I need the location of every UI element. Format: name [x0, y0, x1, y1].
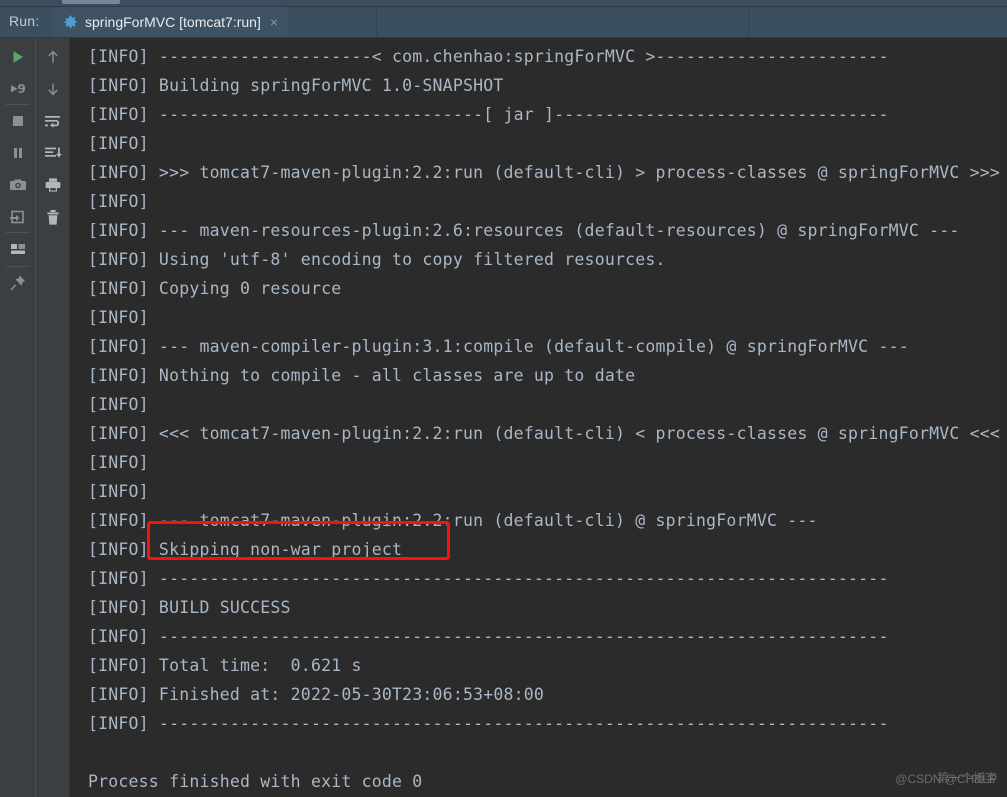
editor-tab-chip [62, 0, 120, 4]
console-line-list: [INFO] ---------------------< com.chenha… [88, 42, 1007, 796]
dump-threads-button[interactable] [3, 204, 33, 230]
rerun-failed-button[interactable]: 9 [3, 76, 33, 102]
arrow-down-icon [45, 81, 61, 97]
console-line: [INFO] ---------------------------------… [88, 709, 1007, 738]
tab-title: springForMVC [tomcat7:run] [85, 14, 261, 30]
layout-icon [9, 241, 27, 257]
console-line: [INFO] --- tomcat7-maven-plugin:2.2:run … [88, 506, 1007, 535]
console-line: [INFO] [88, 129, 1007, 158]
scroll-to-end-button[interactable] [38, 140, 68, 166]
screenshot-button[interactable] [3, 172, 33, 198]
console-output[interactable]: [INFO] ---------------------< com.chenha… [70, 38, 1007, 797]
layout-button[interactable] [3, 236, 33, 262]
run-tab-bar: Run: springForMVC [tomcat7:run] × [0, 7, 1007, 38]
console-line: [INFO] --------------------------------[… [88, 100, 1007, 129]
tab-springformvc[interactable]: springForMVC [tomcat7:run] × [53, 7, 287, 37]
rerun-button[interactable] [3, 44, 33, 70]
console-line [88, 738, 1007, 767]
play-icon [9, 48, 27, 66]
run-tool-window: Main Run: springForMVC [tomcat7:run] × [0, 0, 1007, 797]
console-line: [INFO] Building springForMVC 1.0-SNAPSHO… [88, 71, 1007, 100]
console-line: [INFO] [88, 448, 1007, 477]
toolbar-separator-2 [6, 232, 30, 233]
console-line: [INFO] ---------------------< com.chenha… [88, 42, 1007, 71]
print-button[interactable] [38, 172, 68, 198]
close-icon[interactable]: × [270, 15, 278, 29]
trash-icon [45, 209, 61, 226]
console-line: [INFO] >>> tomcat7-maven-plugin:2.2:run … [88, 158, 1007, 187]
editor-tab-sliver: Main [0, 0, 1007, 7]
console-line: [INFO] [88, 390, 1007, 419]
console-line: [INFO] --- maven-resources-plugin:2.6:re… [88, 216, 1007, 245]
soft-wrap-button[interactable] [38, 108, 68, 134]
down-stack-button[interactable] [38, 76, 68, 102]
pause-icon [10, 145, 26, 161]
soft-wrap-icon [44, 113, 62, 129]
console-line: [INFO] BUILD SUCCESS [88, 593, 1007, 622]
pin-icon [9, 274, 27, 292]
tabbar-divider-1 [376, 7, 377, 37]
console-line: [INFO] Copying 0 resource [88, 274, 1007, 303]
toolbar-separator-1 [6, 104, 30, 105]
up-stack-button[interactable] [38, 44, 68, 70]
console-line: [INFO] [88, 477, 1007, 506]
console-line: [INFO] --- maven-compiler-plugin:3.1:com… [88, 332, 1007, 361]
tabbar-divider-2 [748, 7, 749, 37]
export-icon [9, 209, 27, 225]
console-line: [INFO] [88, 187, 1007, 216]
console-line: [INFO] [88, 303, 1007, 332]
console-line: [INFO] Finished at: 2022-05-30T23:06:53+… [88, 680, 1007, 709]
rerun-failed-icon: 9 [8, 80, 28, 98]
camera-icon [9, 177, 27, 193]
stop-icon [10, 113, 26, 129]
print-icon [44, 177, 62, 193]
watermark: @CSDN @CH&LP 第一个博客 [895, 773, 997, 785]
run-toolbar-secondary [36, 38, 70, 797]
pin-tab-button[interactable] [3, 270, 33, 296]
console-line: [INFO] Total time: 0.621 s [88, 651, 1007, 680]
svg-text:9: 9 [18, 82, 26, 96]
console-line: [INFO] <<< tomcat7-maven-plugin:2.2:run … [88, 419, 1007, 448]
console-line: [INFO] Using 'utf-8' encoding to copy fi… [88, 245, 1007, 274]
console-line: Process finished with exit code 0 [88, 767, 1007, 796]
console-line: [INFO] Skipping non-war project [88, 535, 1007, 564]
console-line: [INFO] ---------------------------------… [88, 622, 1007, 651]
watermark-overlay-text: 第一个博客 [937, 772, 997, 784]
arrow-up-icon [45, 49, 61, 65]
toolbar-separator-3 [6, 266, 30, 267]
editor-tab-label: Main [128, 0, 156, 2]
console-line: [INFO] Nothing to compile - all classes … [88, 361, 1007, 390]
stop-button[interactable] [3, 108, 33, 134]
run-toolbar-primary: 9 [0, 38, 36, 797]
gear-icon [63, 15, 78, 30]
clear-all-button[interactable] [38, 204, 68, 230]
pause-button[interactable] [3, 140, 33, 166]
console-line: [INFO] ---------------------------------… [88, 564, 1007, 593]
run-label: Run: [9, 13, 39, 29]
scroll-end-icon [44, 145, 62, 161]
